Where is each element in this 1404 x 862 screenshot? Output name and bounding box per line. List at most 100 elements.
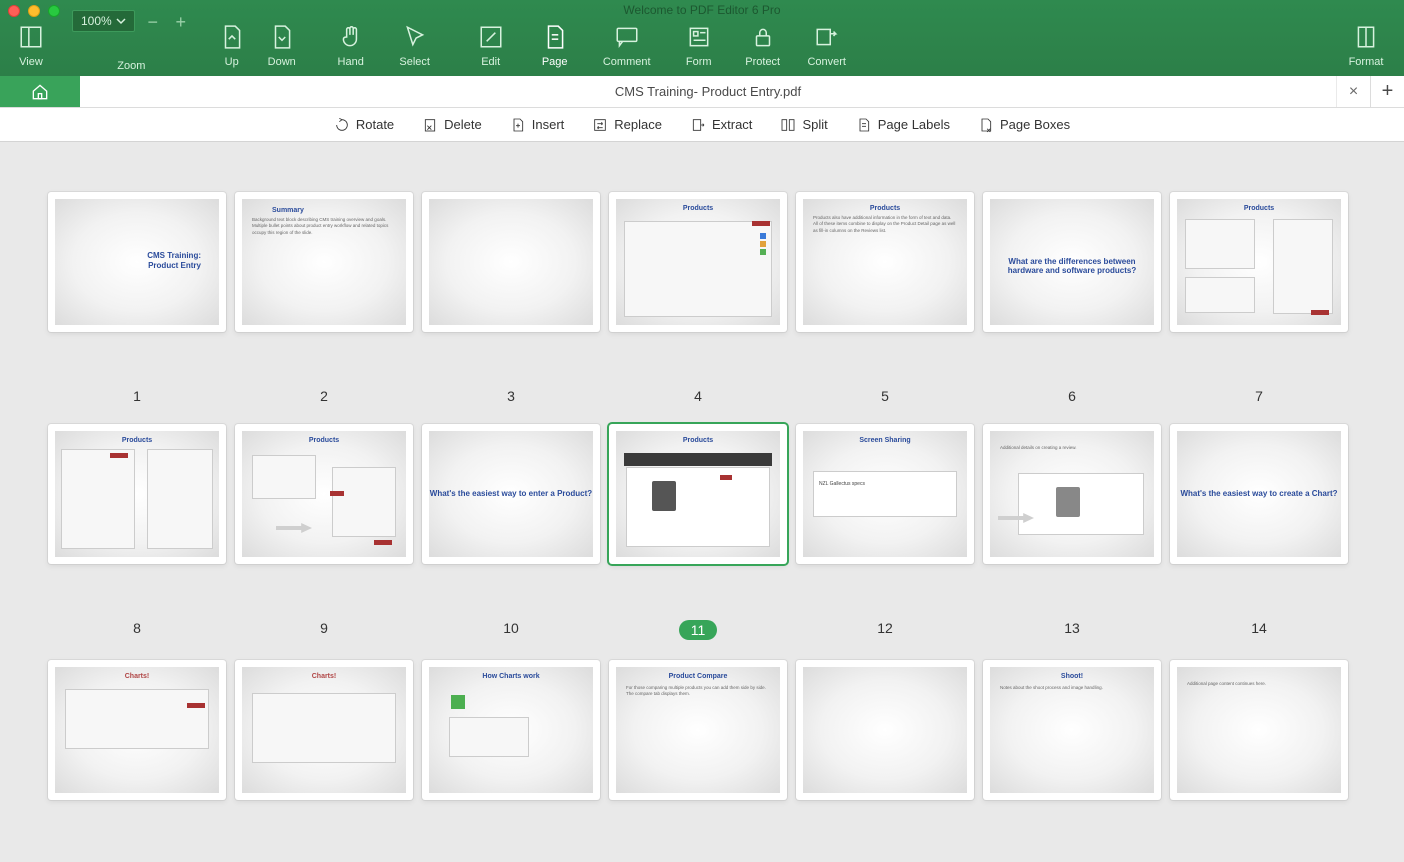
toolbar-edit-label: Edit — [481, 56, 500, 68]
main-toolbar: Welcome to PDF Editor 6 Pro View 100% − … — [0, 0, 1404, 76]
hand-icon — [338, 24, 364, 50]
slide9-header: Products — [242, 437, 406, 444]
slide20-header: Shoot! — [990, 673, 1154, 680]
rotate-label: Rotate — [356, 117, 394, 132]
tab-close-button[interactable]: × — [1336, 76, 1370, 107]
window-close-button[interactable] — [8, 5, 20, 17]
thumbnail-page-5[interactable]: Products Products also have additional i… — [796, 192, 974, 332]
slide17-header: How Charts work — [429, 673, 593, 680]
page-labels-label: Page Labels — [878, 117, 950, 132]
zoom-in-button[interactable]: + — [167, 12, 195, 33]
split-button[interactable]: Split — [780, 117, 827, 133]
replace-button[interactable]: Replace — [592, 117, 662, 133]
page-tools-bar: Rotate Delete Insert Replace Extract Spl… — [0, 108, 1404, 142]
window-minimize-button[interactable] — [28, 5, 40, 17]
page-boxes-label: Page Boxes — [1000, 117, 1070, 132]
thumbnail-page-21[interactable]: Additional page content continues here. — [1170, 660, 1348, 800]
tab-add-button[interactable]: + — [1370, 76, 1404, 107]
thumbnail-page-2[interactable]: Summary Background text block describing… — [235, 192, 413, 332]
thumbnail-page-15[interactable]: Charts! — [48, 660, 226, 800]
insert-button[interactable]: Insert — [510, 117, 565, 133]
slide4-header: Products — [616, 205, 780, 212]
page-down-icon — [269, 24, 295, 50]
slide7-header: Products — [1177, 205, 1341, 212]
thumbnail-page-3[interactable] — [422, 192, 600, 332]
toolbar-up-label: Up — [225, 56, 239, 68]
page-number-4: 4 — [694, 388, 702, 404]
thumbnail-page-14[interactable]: What's the easiest way to create a Chart… — [1170, 424, 1348, 564]
page-number-10: 10 — [503, 620, 519, 636]
thumbnail-page-17[interactable]: How Charts work — [422, 660, 600, 800]
edit-icon — [478, 24, 504, 50]
page-number-1: 1 — [133, 388, 141, 404]
window-zoom-button[interactable] — [48, 5, 60, 17]
toolbar-protect-label: Protect — [745, 56, 780, 68]
page-boxes-icon — [978, 117, 994, 133]
slide16-header: Charts! — [242, 673, 406, 680]
page-number-7: 7 — [1255, 388, 1263, 404]
split-icon — [780, 117, 796, 133]
slide8-header: Products — [55, 437, 219, 444]
zoom-out-button[interactable]: − — [139, 12, 167, 33]
slide5-header: Products — [803, 205, 967, 212]
thumbnail-page-18[interactable]: Product Compare For those comparing mult… — [609, 660, 787, 800]
thumbnail-page-13[interactable]: Additional details on creating a review. — [983, 424, 1161, 564]
slide2-header: Summary — [272, 207, 304, 214]
thumbnail-page-7[interactable]: Products — [1170, 192, 1348, 332]
toolbar-page-button[interactable]: Page — [523, 0, 587, 72]
thumbnail-page-19[interactable] — [796, 660, 974, 800]
toolbar-format-button[interactable]: Format — [1334, 0, 1398, 72]
zoom-value: 100% — [81, 14, 112, 28]
toolbar-edit-button[interactable]: Edit — [459, 0, 523, 72]
cursor-select-icon — [402, 24, 428, 50]
insert-label: Insert — [532, 117, 565, 132]
thumbnail-page-16[interactable]: Charts! — [235, 660, 413, 800]
slide1-title2: Product Entry — [148, 261, 201, 270]
rotate-button[interactable]: Rotate — [334, 117, 394, 133]
thumbnail-page-6[interactable]: What are the differences between hardwar… — [983, 192, 1161, 332]
extract-icon — [690, 117, 706, 133]
delete-button[interactable]: Delete — [422, 117, 482, 133]
toolbar-convert-button[interactable]: Convert — [795, 0, 859, 72]
page-number-11: 11 — [679, 620, 718, 640]
insert-icon — [510, 117, 526, 133]
thumbnail-page-11[interactable]: Products — [609, 424, 787, 564]
toolbar-down-label: Down — [268, 56, 296, 68]
thumbnail-page-1[interactable]: CMS Training: Product Entry — [48, 192, 226, 332]
toolbar-view-label: View — [19, 56, 43, 68]
thumbnail-page-20[interactable]: Shoot! Notes about the shoot process and… — [983, 660, 1161, 800]
page-number-6: 6 — [1068, 388, 1076, 404]
toolbar-up-button[interactable]: Up — [207, 0, 257, 72]
thumbnail-page-9[interactable]: Products — [235, 424, 413, 564]
toolbar-comment-label: Comment — [603, 56, 651, 68]
toolbar-form-button[interactable]: Form — [667, 0, 731, 72]
slide14-text: What's the easiest way to create a Chart… — [1177, 489, 1341, 498]
thumbnails-area[interactable]: CMS Training: Product Entry 1 Summary Ba… — [0, 142, 1404, 862]
home-tab[interactable] — [0, 76, 80, 107]
thumbnail-page-4[interactable]: Products — [609, 192, 787, 332]
page-number-9: 9 — [320, 620, 328, 636]
page-number-12: 12 — [877, 620, 893, 636]
toolbar-convert-label: Convert — [807, 56, 846, 68]
extract-button[interactable]: Extract — [690, 117, 752, 133]
page-boxes-button[interactable]: Page Boxes — [978, 117, 1070, 133]
page-number-14: 14 — [1251, 620, 1267, 636]
toolbar-select-label: Select — [399, 56, 430, 68]
thumbnail-page-8[interactable]: Products — [48, 424, 226, 564]
zoom-select[interactable]: 100% — [72, 10, 135, 32]
toolbar-comment-button[interactable]: Comment — [587, 0, 667, 72]
slide15-header: Charts! — [55, 673, 219, 680]
page-number-5: 5 — [881, 388, 889, 404]
toolbar-protect-button[interactable]: Protect — [731, 0, 795, 72]
toolbar-zoom-label: Zoom — [117, 60, 145, 72]
toolbar-select-button[interactable]: Select — [383, 0, 447, 72]
toolbar-down-button[interactable]: Down — [257, 0, 307, 72]
thumbnail-page-12[interactable]: Screen Sharing NZL Gallectus specs — [796, 424, 974, 564]
format-icon — [1353, 24, 1379, 50]
page-labels-button[interactable]: Page Labels — [856, 117, 950, 133]
lock-icon — [750, 24, 776, 50]
thumbnail-page-10[interactable]: What's the easiest way to enter a Produc… — [422, 424, 600, 564]
extract-label: Extract — [712, 117, 752, 132]
toolbar-hand-button[interactable]: Hand — [319, 0, 383, 72]
tab-file-title[interactable]: CMS Training- Product Entry.pdf — [80, 76, 1336, 107]
